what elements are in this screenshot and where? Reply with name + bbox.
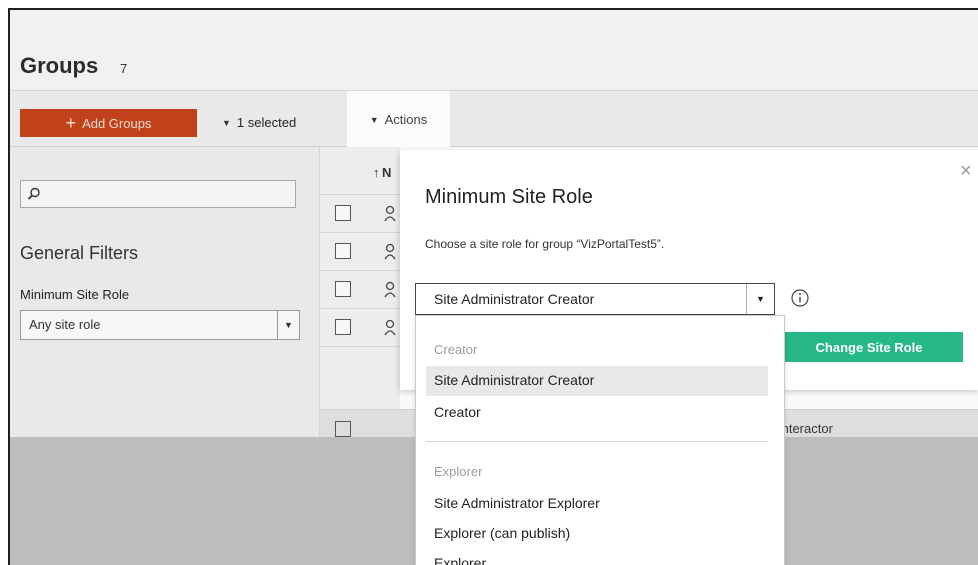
group-icon: [384, 205, 396, 222]
name-column-header[interactable]: ↑ N: [320, 147, 400, 195]
filters-heading: General Filters: [20, 243, 139, 263]
add-groups-button[interactable]: + Add Groups: [20, 109, 197, 137]
table-row[interactable]: [320, 271, 400, 309]
option-group-label: Explorer: [434, 464, 483, 479]
role-filter-label: Minimum Site Role: [20, 287, 130, 302]
table-row[interactable]: [320, 309, 400, 347]
row-checkbox[interactable]: [335, 243, 351, 259]
dialog-title: Minimum Site Role: [425, 186, 593, 208]
group-count: 7: [120, 61, 128, 76]
option-divider: [426, 441, 768, 442]
table-row[interactable]: [320, 233, 400, 271]
plus-icon: +: [65, 113, 77, 133]
add-groups-label: Add Groups: [82, 115, 152, 131]
site-role-dropdown-list: Creator Site Administrator Creator Creat…: [415, 315, 785, 565]
close-icon[interactable]: ×: [960, 160, 978, 183]
search-icon: [27, 187, 40, 200]
column-label: N: [382, 165, 392, 180]
site-role-select-value: Site Administrator Creator: [434, 291, 595, 307]
selection-dropdown[interactable]: ▼ 1 selected: [222, 115, 296, 130]
dialog-description: Choose a site role for group “VizPortalT…: [425, 237, 665, 251]
caret-down-icon: ▼: [277, 311, 299, 339]
role-filter-value: Any site role: [29, 317, 101, 332]
row-checkbox[interactable]: [335, 421, 351, 437]
group-icon: [384, 319, 396, 336]
sort-up-icon: ↑: [373, 165, 380, 180]
row-checkbox[interactable]: [335, 281, 351, 297]
row-checkbox[interactable]: [335, 205, 351, 221]
app-frame: Groups 7 + Add Groups ▼ 1 selected ▼ Act…: [8, 8, 978, 565]
info-icon[interactable]: [790, 288, 810, 308]
caret-down-icon: ▼: [746, 284, 774, 314]
search-input[interactable]: [20, 180, 296, 208]
change-site-role-button[interactable]: Change Site Role: [775, 332, 963, 362]
group-icon: [384, 243, 396, 260]
option-site-administrator-explorer[interactable]: Site Administrator Explorer: [426, 489, 768, 519]
toolbar: + Add Groups ▼ 1 selected ▼ Actions: [10, 90, 978, 148]
option-explorer-can-publish[interactable]: Explorer (can publish): [426, 519, 768, 549]
page-title: Groups: [20, 53, 99, 78]
caret-down-icon: ▼: [369, 114, 379, 125]
actions-dropdown[interactable]: ▼ Actions: [347, 91, 450, 148]
table-row[interactable]: [320, 195, 400, 233]
option-explorer[interactable]: Explorer: [426, 549, 768, 565]
row-checkbox[interactable]: [335, 319, 351, 335]
actions-label: Actions: [384, 112, 428, 127]
groups-table: ↑ N: [320, 147, 400, 437]
option-group-label: Creator: [434, 342, 478, 357]
caret-down-icon: ▼: [222, 117, 231, 128]
option-site-administrator-creator[interactable]: Site Administrator Creator: [426, 366, 768, 396]
role-filter-select[interactable]: Any site role ▼: [20, 310, 300, 340]
site-role-select[interactable]: Site Administrator Creator ▼: [415, 283, 775, 315]
option-creator[interactable]: Creator: [426, 398, 768, 428]
filter-panel: General Filters Minimum Site Role Any si…: [10, 147, 320, 437]
page-header: Groups 7: [10, 10, 978, 90]
selection-label: 1 selected: [236, 115, 297, 130]
row-site-role: Interactor: [778, 421, 833, 436]
group-icon: [384, 281, 396, 298]
